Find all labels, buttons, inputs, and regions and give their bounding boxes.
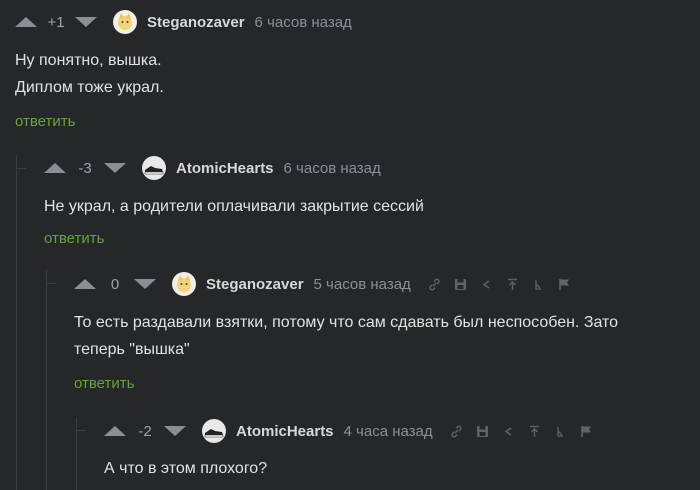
comment-text-line: Не украл, а родители оплачивали закрытие… xyxy=(44,198,424,215)
link-icon[interactable] xyxy=(449,423,465,439)
comment-text-line: теперь "вышка" xyxy=(74,341,190,358)
comment-body: Не украл, а родители оплачивали закрытие… xyxy=(44,193,424,220)
comment-time[interactable]: 6 часов назад xyxy=(255,14,352,31)
sneaker-avatar-icon[interactable] xyxy=(202,419,226,443)
reply-link[interactable]: ответить xyxy=(15,113,75,130)
thread-line-level-3[interactable] xyxy=(76,418,77,490)
comment-header: 0 Steganozaver 5 часов назад xyxy=(74,272,573,296)
downvote-arrow-icon[interactable] xyxy=(164,426,186,436)
collapse-icon[interactable] xyxy=(553,423,569,439)
vote-controls: -3 xyxy=(44,160,126,177)
reply-link[interactable]: ответить xyxy=(44,230,104,247)
comment-body: А что в этом плохого? xyxy=(104,455,267,482)
thread-tick-level-2 xyxy=(46,283,56,284)
downvote-arrow-icon[interactable] xyxy=(75,17,97,27)
share-icon[interactable] xyxy=(479,276,495,292)
thread-tick-level-1 xyxy=(16,168,26,169)
comment-rating: -3 xyxy=(78,159,92,177)
report-flag-icon[interactable] xyxy=(557,276,573,292)
comment-time[interactable]: 5 часов назад xyxy=(314,276,411,293)
comment-header: -2 AtomicHearts 4 часа назад xyxy=(104,419,595,443)
comment-header: +1 Steganozaver 6 часов назад xyxy=(15,10,368,34)
downvote-arrow-icon[interactable] xyxy=(104,163,126,173)
comment-time[interactable]: 6 часов назад xyxy=(284,160,381,177)
report-flag-icon[interactable] xyxy=(579,423,595,439)
upvote-arrow-icon[interactable] xyxy=(44,163,66,173)
upvote-arrow-icon[interactable] xyxy=(74,279,96,289)
reply-link[interactable]: ответить xyxy=(74,375,134,392)
upvote-arrow-icon[interactable] xyxy=(104,426,126,436)
comment-text-line: Диплом тоже украл. xyxy=(15,79,164,96)
upvote-arrow-icon[interactable] xyxy=(15,17,37,27)
collapse-icon[interactable] xyxy=(531,276,547,292)
comment-body: Ну понятно, вышка. Диплом тоже украл. xyxy=(15,47,164,101)
comment-time[interactable]: 4 часа назад xyxy=(344,423,433,440)
link-icon[interactable] xyxy=(427,276,443,292)
comment-username[interactable]: Steganozaver xyxy=(206,276,304,293)
comment-username[interactable]: Steganozaver xyxy=(147,14,245,31)
share-icon[interactable] xyxy=(501,423,517,439)
vote-controls: -2 xyxy=(104,423,186,440)
comment-text-line: Ну понятно, вышка. xyxy=(15,52,162,69)
downvote-arrow-icon[interactable] xyxy=(134,279,156,289)
comment-rating: 0 xyxy=(110,275,120,293)
comment-username[interactable]: AtomicHearts xyxy=(236,423,334,440)
comment-rating: -2 xyxy=(138,422,152,440)
cat-avatar-icon[interactable] xyxy=(172,272,196,296)
to-parent-icon[interactable] xyxy=(505,276,521,292)
sneaker-avatar-icon[interactable] xyxy=(142,156,166,180)
vote-controls: +1 xyxy=(15,14,97,31)
thread-line-level-1[interactable] xyxy=(16,155,17,490)
save-icon[interactable] xyxy=(453,276,469,292)
cat-avatar-icon[interactable] xyxy=(113,10,137,34)
comment-header: -3 AtomicHearts 6 часов назад xyxy=(44,156,397,180)
save-icon[interactable] xyxy=(475,423,491,439)
comment-text-line: То есть раздавали взятки, потому что сам… xyxy=(74,314,619,331)
to-parent-icon[interactable] xyxy=(527,423,543,439)
comment-tools xyxy=(449,423,595,439)
vote-controls: 0 xyxy=(74,276,156,293)
comment-username[interactable]: AtomicHearts xyxy=(176,160,274,177)
thread-line-level-2[interactable] xyxy=(46,270,47,490)
comment-text-line: А что в этом плохого? xyxy=(104,460,268,477)
comment-tools xyxy=(427,276,573,292)
comment-body: То есть раздавали взятки, потому что сам… xyxy=(74,309,618,363)
comment-rating: +1 xyxy=(47,13,65,31)
thread-tick-level-3 xyxy=(76,430,86,431)
